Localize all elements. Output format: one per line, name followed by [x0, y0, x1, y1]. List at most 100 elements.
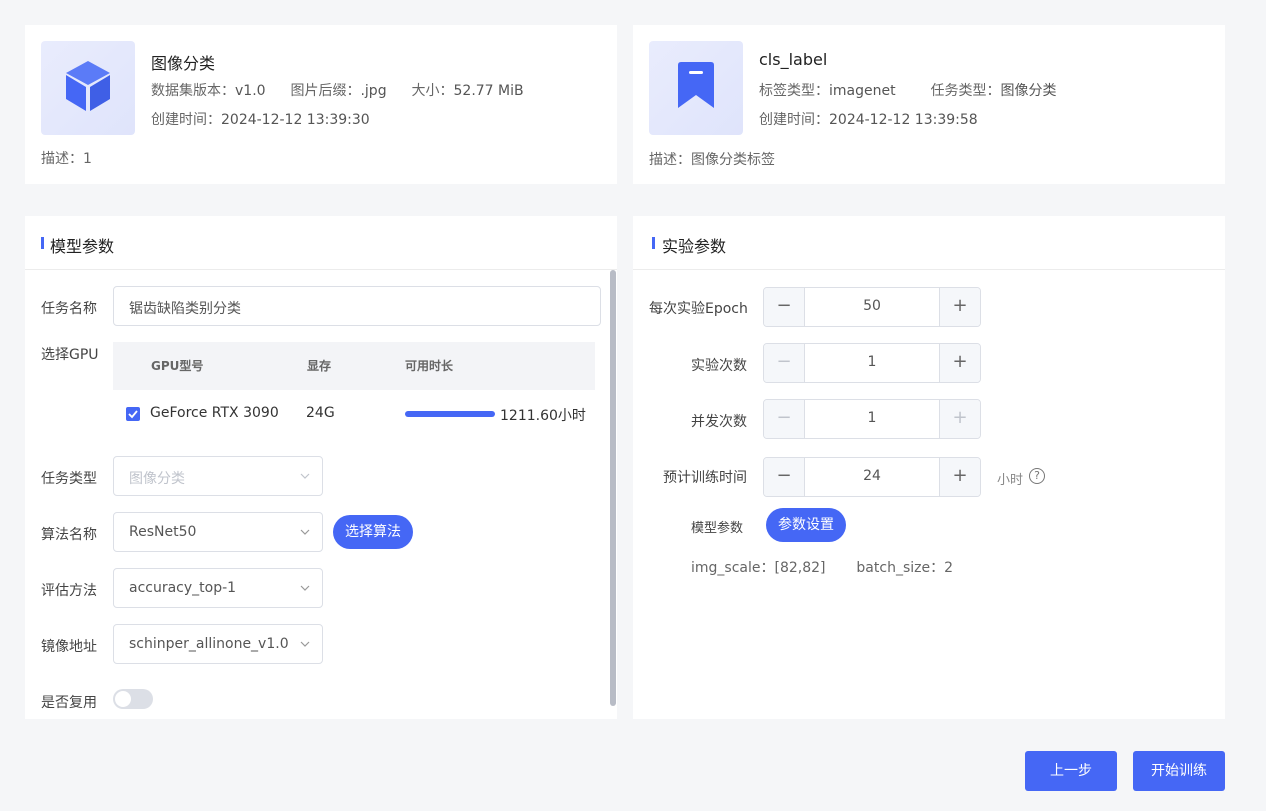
label-thumbnail	[649, 41, 743, 135]
concurrency-stepper[interactable]: − 1 +	[763, 399, 981, 439]
start-training-button[interactable]: 开始训练	[1133, 751, 1225, 791]
concurrency-decrement[interactable]: −	[764, 400, 805, 438]
version-label: 数据集版本：	[151, 83, 235, 99]
section-title: 实验参数	[662, 237, 727, 256]
image-value: schinper_allinone_v1.0	[129, 636, 289, 652]
label-card: cls_label 标签类型：imagenet 任务类型：图像分类 创建时间：2…	[633, 25, 1225, 184]
concurrency-label: 并发次数	[691, 414, 747, 430]
task-type-label: 任务类型	[41, 471, 97, 487]
image-select[interactable]: schinper_allinone_v1.0	[113, 624, 323, 664]
dataset-meta-line: 数据集版本：v1.0 图片后缀：.jpg 大小：52.77 MiB	[151, 80, 524, 100]
epoch-value[interactable]: 50	[805, 298, 939, 314]
batch-size-label: batch_size：	[856, 560, 945, 576]
reuse-toggle[interactable]	[113, 689, 153, 709]
est-time-value[interactable]: 24	[805, 468, 939, 484]
desc-value: 1	[83, 151, 92, 167]
chevron-down-icon	[300, 641, 310, 647]
experiment-params-header: 实验参数	[633, 216, 1225, 270]
est-time-increment[interactable]: +	[939, 458, 980, 496]
runs-increment[interactable]: +	[939, 344, 980, 382]
est-time-decrement[interactable]: −	[764, 458, 805, 496]
select-algo-button[interactable]: 选择算法	[333, 515, 413, 549]
label-created-line: 创建时间：2024-12-12 13:39:58	[759, 109, 978, 129]
size-value: 52.77 MiB	[453, 83, 524, 99]
task-name-label: 任务名称	[41, 301, 97, 317]
section-accent-bar	[652, 237, 655, 249]
bookmark-icon	[675, 62, 717, 114]
batch-size-value: 2	[944, 560, 954, 576]
est-time-unit: 小时	[997, 473, 1024, 488]
eval-label: 评估方法	[41, 583, 97, 599]
model-param-label: 模型参数	[691, 521, 744, 536]
est-time-label: 预计训练时间	[663, 470, 747, 486]
label-meta-line: 标签类型：imagenet 任务类型：图像分类	[759, 80, 1057, 100]
task-name-value: 锯齿缺陷类别分类	[129, 301, 241, 317]
scrollbar-thumb[interactable]	[610, 270, 616, 706]
check-icon	[128, 410, 138, 419]
eval-value: accuracy_top-1	[129, 580, 237, 596]
dataset-card: 图像分类 数据集版本：v1.0 图片后缀：.jpg 大小：52.77 MiB 创…	[25, 25, 617, 184]
gpu-row-checkbox[interactable]	[126, 407, 140, 421]
dataset-name: 图像分类	[151, 54, 216, 73]
epoch-decrement[interactable]: −	[764, 288, 805, 326]
reuse-label: 是否复用	[41, 695, 97, 711]
created-label: 创建时间：	[759, 112, 829, 128]
model-params-panel: 模型参数 任务名称 锯齿缺陷类别分类 选择GPU GPU型号 显存 可用时长 G…	[25, 216, 617, 719]
chevron-down-icon	[300, 585, 310, 591]
task-type-value: 图像分类	[129, 471, 185, 487]
desc-label: 描述：	[41, 151, 83, 167]
gpu-availability-bar	[405, 411, 495, 417]
task-type-select: 图像分类	[113, 456, 323, 496]
help-icon[interactable]: ?	[1029, 468, 1045, 484]
label-type-value: imagenet	[829, 83, 896, 99]
dataset-thumbnail	[41, 41, 135, 135]
model-params-header: 模型参数	[25, 216, 617, 270]
chevron-down-icon	[300, 529, 310, 535]
epoch-stepper[interactable]: − 50 +	[763, 287, 981, 327]
created-value: 2024-12-12 13:39:30	[221, 112, 370, 128]
task-name-input[interactable]: 锯齿缺陷类别分类	[113, 286, 601, 326]
concurrency-increment[interactable]: +	[939, 400, 980, 438]
label-name: cls_label	[759, 50, 828, 69]
algo-label: 算法名称	[41, 527, 97, 543]
desc-value: 图像分类标签	[691, 152, 775, 168]
eval-select[interactable]: accuracy_top-1	[113, 568, 323, 608]
gpu-memory: 24G	[306, 405, 335, 421]
image-label: 镜像地址	[41, 639, 97, 655]
param-settings-button[interactable]: 参数设置	[766, 508, 846, 542]
task-type-value: 图像分类	[1000, 83, 1057, 99]
gpu-col-memory: 显存	[307, 359, 332, 373]
section-title: 模型参数	[50, 237, 115, 256]
experiment-params-panel: 实验参数 每次实验Epoch − 50 + 实验次数 − 1 + 并发次数 − …	[633, 216, 1225, 719]
cube-icon	[64, 59, 112, 117]
label-type-label: 标签类型：	[759, 83, 829, 99]
prev-button[interactable]: 上一步	[1025, 751, 1117, 791]
gpu-col-model: GPU型号	[151, 359, 204, 373]
version-value: v1.0	[235, 83, 266, 99]
img-scale-value: [82,82]	[774, 560, 826, 576]
desc-label: 描述：	[649, 152, 691, 168]
runs-label: 实验次数	[691, 358, 747, 374]
img-scale-label: img_scale：	[691, 560, 775, 576]
scrollbar[interactable]	[609, 270, 617, 719]
epoch-increment[interactable]: +	[939, 288, 980, 326]
task-type-label: 任务类型：	[930, 83, 1001, 99]
size-label: 大小：	[411, 83, 454, 99]
created-value: 2024-12-12 13:39:58	[829, 112, 978, 128]
runs-decrement[interactable]: −	[764, 344, 805, 382]
algo-value: ResNet50	[129, 524, 197, 540]
concurrency-value[interactable]: 1	[805, 410, 939, 426]
epoch-label: 每次实验Epoch	[649, 301, 748, 317]
dataset-created-line: 创建时间：2024-12-12 13:39:30	[151, 109, 370, 129]
gpu-table-header: GPU型号 显存 可用时长	[113, 342, 595, 390]
runs-stepper[interactable]: − 1 +	[763, 343, 981, 383]
suffix-label: 图片后缀：	[290, 83, 361, 99]
runs-value[interactable]: 1	[805, 354, 939, 370]
algo-select[interactable]: ResNet50	[113, 512, 323, 552]
param-summary: img_scale：[82,82] batch_size：2	[691, 557, 953, 577]
dataset-desc: 描述：1	[41, 148, 92, 168]
suffix-value: .jpg	[360, 83, 387, 99]
gpu-col-duration: 可用时长	[405, 359, 454, 373]
est-time-stepper[interactable]: − 24 +	[763, 457, 981, 497]
chevron-down-icon	[300, 473, 310, 479]
